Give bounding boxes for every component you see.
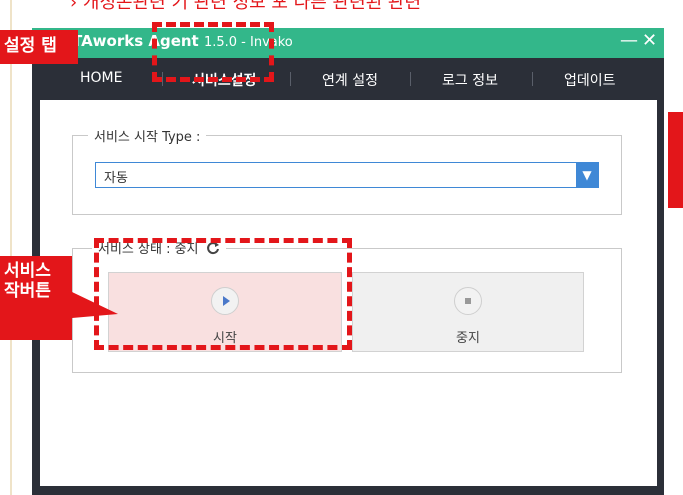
start-button-highlight-box — [94, 238, 352, 350]
app-title-brand: TAworks — [72, 32, 144, 50]
service-type-value: 자동 — [104, 171, 128, 186]
service-callout-line2: 작버튼 — [4, 280, 51, 301]
stop-button[interactable]: 중지 — [352, 272, 584, 352]
service-callout: 서비스 작버튼 — [0, 256, 72, 340]
chevron-down-icon[interactable]: ▼ — [576, 163, 598, 187]
tab-log-info[interactable]: 로그 정보 — [442, 70, 498, 90]
service-type-legend: 서비스 시작 Type : — [88, 126, 207, 145]
right-callout — [668, 112, 683, 208]
callout-arrow — [72, 292, 118, 318]
page-margin-guide — [10, 0, 12, 495]
tab-update[interactable]: 업데이트 — [564, 70, 616, 90]
service-type-select[interactable]: 자동 ▼ — [95, 162, 599, 188]
tab-bar: HOME 서비스설정 연계 설정 로그 정보 업데이트 — [32, 58, 664, 100]
title-bar: TAworks Agent 1.5.0 - Invako — ✕ — [32, 28, 664, 58]
tab-separator — [532, 72, 533, 86]
tab-home[interactable]: HOME — [80, 70, 122, 86]
tab-separator — [410, 72, 411, 86]
top-annotation: › 개정본관련 기 관련 정보 포 다른 관련된 관련 — [70, 0, 422, 13]
stop-icon — [454, 287, 482, 315]
minimize-button[interactable]: — — [620, 30, 638, 51]
tab-separator — [290, 72, 291, 86]
tab-integration-settings[interactable]: 연계 설정 — [322, 70, 378, 90]
close-button[interactable]: ✕ — [642, 30, 657, 51]
tab-highlight-box — [152, 22, 274, 82]
stop-label: 중지 — [456, 331, 480, 346]
service-callout-line1: 서비스 — [4, 261, 51, 281]
tab-callout: 설정 탭 — [0, 30, 78, 64]
